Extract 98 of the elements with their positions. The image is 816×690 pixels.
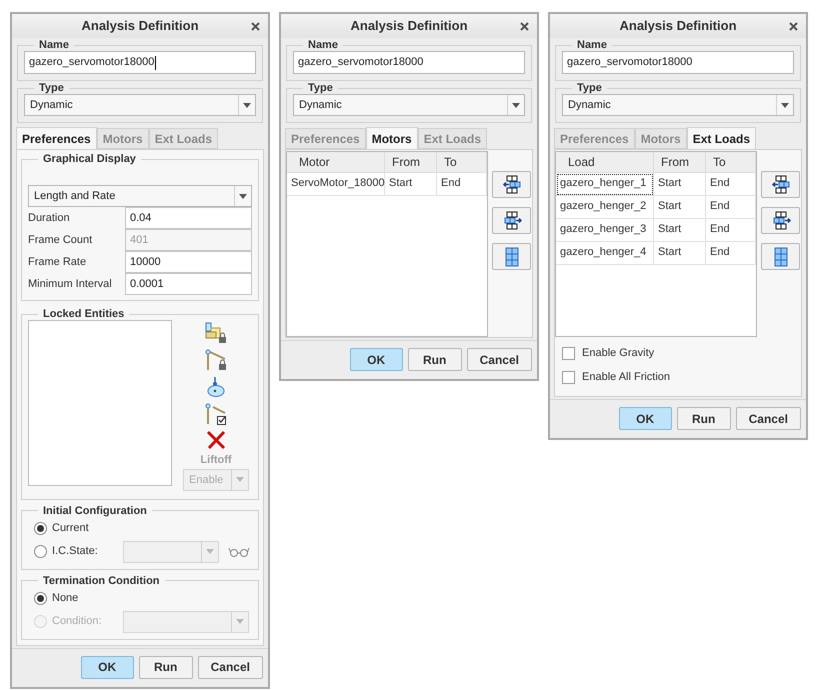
name-field[interactable]: gazero_servomotor18000 [293,51,525,74]
tab[interactable]: Preferences [16,127,97,150]
dialog-button[interactable]: OK [350,348,403,371]
radio-button[interactable] [34,545,47,558]
field-label: Frame Rate [28,254,88,270]
append-grid-icon [770,210,790,232]
group-label: Type [576,82,603,94]
column-header[interactable]: Motor [287,152,385,173]
insert-grid-icon [502,174,522,196]
dialog-button[interactable]: Cancel [466,348,532,371]
checkbox-label: Enable All Friction [582,370,670,386]
link-check-icon[interactable] [205,403,227,425]
close-icon[interactable] [789,22,798,31]
table-cell[interactable]: Start [385,173,437,196]
radio-label: Current [52,521,90,536]
number-field[interactable]: 10000 [125,251,252,273]
dropdown-arrow-icon [243,102,251,108]
name-field[interactable]: gazero_servomotor18000 [562,51,794,74]
dialog-button[interactable]: Cancel [198,656,263,678]
table-cell[interactable]: Start [654,173,706,196]
table-cell[interactable]: Start [654,219,706,242]
group-label: Name [38,39,70,51]
column-header[interactable]: From [654,152,706,173]
dropdown[interactable]: Length and Rate [28,185,252,207]
checkbox[interactable] [562,371,575,384]
dropdown[interactable]: Dynamic [24,94,256,116]
dropdown-arrow-icon [206,549,214,554]
table-cell[interactable]: ServoMotor_18000 [287,173,385,196]
dialog-button[interactable]: Run [408,348,462,371]
dialog-button[interactable]: Run [138,656,193,678]
radio-label: I.C.State: [52,544,99,560]
insert-row-button[interactable] [761,171,800,198]
field-label: Frame Count [28,232,94,248]
dropdown-arrow-icon [236,477,244,482]
table-cell[interactable]: Start [654,242,706,265]
window-title: Analysis Definition [619,17,737,36]
table-cell[interactable]: gazero_henger_2 [556,196,654,219]
number-field[interactable]: 0.0001 [125,273,252,295]
tab[interactable]: Motors [366,127,418,150]
disc-icon[interactable] [205,376,227,398]
dropdown-arrow-icon [512,102,520,108]
radio-button[interactable] [34,522,47,535]
radio-button[interactable] [34,592,47,605]
table-cell[interactable]: End [706,173,756,196]
table-cell[interactable]: End [706,242,756,265]
table-cell[interactable]: gazero_henger_1 [556,173,654,196]
dropdown-arrow-icon [239,194,247,198]
dialog-button[interactable]: OK [80,656,134,678]
group-label: Type [38,82,65,94]
group-label: Name [576,39,608,51]
insert-row-button[interactable] [492,171,531,198]
group-label: Termination Condition [42,574,161,586]
tab[interactable]: Ext Loads [686,127,756,150]
column-header[interactable]: To [706,152,756,173]
dialog-button[interactable]: OK [618,407,672,430]
table-cell[interactable]: Start [654,196,706,219]
column-header[interactable]: Load [556,152,654,173]
liftoff-label: Liftoff [200,453,232,468]
group-label: Graphical Display [42,153,137,165]
checkbox-label: Enable Gravity [582,346,654,362]
delete-icon[interactable] [206,430,226,450]
table-cell[interactable]: End [706,219,756,242]
dropdown[interactable]: Dynamic [562,94,794,116]
table-cell[interactable]: End [706,196,756,219]
group-label: Initial Configuration [42,504,148,516]
table-cell[interactable]: gazero_henger_3 [556,219,654,242]
glasses-icon[interactable] [228,546,250,556]
dialog-button[interactable]: Cancel [736,407,801,430]
group-label: Locked Entities [42,308,126,320]
field-label: Duration [28,210,71,226]
close-icon[interactable] [520,22,529,31]
name-field[interactable]: gazero_servomotor18000 [24,51,256,74]
close-icon[interactable] [251,22,260,31]
link-lock-icon[interactable] [205,349,227,371]
select-all-button[interactable] [761,243,800,270]
dialog-button[interactable]: Run [676,407,731,430]
table-cell[interactable]: gazero_henger_4 [556,242,654,265]
select-all-button[interactable] [492,243,531,270]
append-row-button[interactable] [761,207,800,234]
dropdown-arrow-icon [781,102,789,108]
window-title: Analysis Definition [81,17,199,36]
window-title: Analysis Definition [350,17,468,36]
block-lock-icon[interactable] [205,322,227,344]
dropdown[interactable]: Dynamic [293,94,525,116]
group-label: Name [307,39,339,51]
radio-label: Condition: [52,614,103,630]
column-header[interactable]: To [437,152,487,173]
column-header[interactable]: From [385,152,437,173]
insert-grid-icon [770,174,790,196]
radio-label: None [52,591,80,606]
field-label: Minimum Interval [28,276,113,292]
append-grid-icon [502,210,522,232]
dropdown-arrow-icon [236,619,244,624]
number-field[interactable]: 0.04 [125,207,252,229]
checkbox[interactable] [562,347,575,360]
append-row-button[interactable] [492,207,531,234]
table-cell[interactable]: End [437,173,487,196]
group-label: Type [307,82,334,94]
